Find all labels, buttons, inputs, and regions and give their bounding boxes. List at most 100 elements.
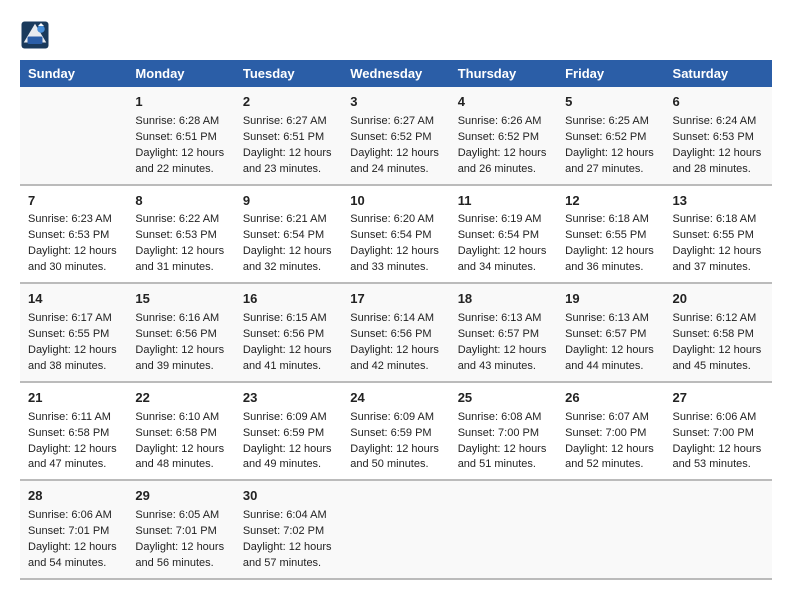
day-info-line: Sunrise: 6:11 AM [28,410,119,426]
day-info-line: Daylight: 12 hours [243,540,334,556]
day-info-line: Daylight: 12 hours [28,343,119,359]
day-info-line: and 45 minutes. [673,359,764,375]
day-number: 22 [135,389,226,408]
day-info-line: Sunrise: 6:19 AM [458,212,549,228]
day-cell: 2Sunrise: 6:27 AMSunset: 6:51 PMDaylight… [235,87,342,185]
day-info-line: and 31 minutes. [135,260,226,276]
day-info-line: Sunrise: 6:04 AM [243,508,334,524]
day-info-line: Sunrise: 6:09 AM [350,410,441,426]
day-number: 17 [350,290,441,309]
day-info-line: Daylight: 12 hours [243,244,334,260]
day-info-line: Sunrise: 6:09 AM [243,410,334,426]
day-info-line: Sunset: 6:55 PM [28,327,119,343]
day-cell: 19Sunrise: 6:13 AMSunset: 6:57 PMDayligh… [557,283,664,382]
day-number: 25 [458,389,549,408]
col-header-wednesday: Wednesday [342,60,449,87]
col-header-saturday: Saturday [665,60,772,87]
day-info-line: and 23 minutes. [243,162,334,178]
day-info-line: Sunset: 6:59 PM [350,426,441,442]
day-number: 26 [565,389,656,408]
day-info-line: Sunrise: 6:08 AM [458,410,549,426]
day-number: 28 [28,487,119,506]
day-info-line: and 33 minutes. [350,260,441,276]
day-info-line: Sunrise: 6:10 AM [135,410,226,426]
day-cell: 10Sunrise: 6:20 AMSunset: 6:54 PMDayligh… [342,185,449,284]
day-info-line: and 36 minutes. [565,260,656,276]
day-info-line: Daylight: 12 hours [565,146,656,162]
day-info-line: Daylight: 12 hours [673,343,764,359]
day-number: 27 [673,389,764,408]
day-info-line: Daylight: 12 hours [135,540,226,556]
day-info-line: and 41 minutes. [243,359,334,375]
day-info-line: Sunrise: 6:14 AM [350,311,441,327]
day-info-line: Sunset: 6:52 PM [565,130,656,146]
day-info-line: Sunset: 6:53 PM [673,130,764,146]
day-info-line: and 26 minutes. [458,162,549,178]
day-number: 4 [458,93,549,112]
day-info-line: Sunset: 6:51 PM [243,130,334,146]
day-info-line: and 28 minutes. [673,162,764,178]
day-cell [20,87,127,185]
day-cell: 1Sunrise: 6:28 AMSunset: 6:51 PMDaylight… [127,87,234,185]
day-info-line: Daylight: 12 hours [243,442,334,458]
week-row-5: 28Sunrise: 6:06 AMSunset: 7:01 PMDayligh… [20,480,772,579]
day-info-line: Sunset: 6:58 PM [135,426,226,442]
week-row-2: 7Sunrise: 6:23 AMSunset: 6:53 PMDaylight… [20,185,772,284]
day-info-line: Sunrise: 6:15 AM [243,311,334,327]
day-info-line: and 54 minutes. [28,556,119,572]
day-cell: 28Sunrise: 6:06 AMSunset: 7:01 PMDayligh… [20,480,127,579]
day-info-line: Sunset: 7:00 PM [673,426,764,442]
day-info-line: Sunset: 6:58 PM [28,426,119,442]
day-info-line: Daylight: 12 hours [135,146,226,162]
day-number: 7 [28,192,119,211]
day-number: 16 [243,290,334,309]
day-info-line: Sunrise: 6:16 AM [135,311,226,327]
day-info-line: Sunrise: 6:27 AM [350,114,441,130]
day-info-line: Daylight: 12 hours [350,343,441,359]
day-info-line: Sunrise: 6:13 AM [458,311,549,327]
day-info-line: and 38 minutes. [28,359,119,375]
day-info-line: Sunrise: 6:28 AM [135,114,226,130]
day-cell: 14Sunrise: 6:17 AMSunset: 6:55 PMDayligh… [20,283,127,382]
day-cell: 16Sunrise: 6:15 AMSunset: 6:56 PMDayligh… [235,283,342,382]
day-number: 5 [565,93,656,112]
col-header-tuesday: Tuesday [235,60,342,87]
day-info-line: Sunrise: 6:25 AM [565,114,656,130]
day-number: 29 [135,487,226,506]
logo-icon [20,20,50,50]
day-info-line: and 47 minutes. [28,457,119,473]
day-info-line: Sunrise: 6:24 AM [673,114,764,130]
day-info-line: Sunset: 6:51 PM [135,130,226,146]
day-info-line: and 56 minutes. [135,556,226,572]
day-info-line: and 51 minutes. [458,457,549,473]
day-info-line: and 53 minutes. [673,457,764,473]
day-info-line: and 49 minutes. [243,457,334,473]
day-cell [450,480,557,579]
day-info-line: Sunrise: 6:23 AM [28,212,119,228]
day-info-line: Daylight: 12 hours [673,146,764,162]
day-info-line: Daylight: 12 hours [350,442,441,458]
day-info-line: Sunset: 6:56 PM [243,327,334,343]
day-number: 20 [673,290,764,309]
day-info-line: Daylight: 12 hours [565,244,656,260]
day-cell: 5 Sunrise: 6:25 AMSunset: 6:52 PMDaylight… [557,87,664,185]
day-cell: 6Sunrise: 6:24 AMSunset: 6:53 PMDaylight… [665,87,772,185]
day-info-line: Daylight: 12 hours [350,146,441,162]
day-cell: 27Sunrise: 6:06 AMSunset: 7:00 PMDayligh… [665,382,772,481]
day-info-line: Sunrise: 6:07 AM [565,410,656,426]
day-cell [557,480,664,579]
day-info-line: Sunset: 6:59 PM [243,426,334,442]
day-info-line: Daylight: 12 hours [458,244,549,260]
day-number: 9 [243,192,334,211]
day-cell: 9Sunrise: 6:21 AMSunset: 6:54 PMDaylight… [235,185,342,284]
day-info-line: Sunset: 7:02 PM [243,524,334,540]
col-header-friday: Friday [557,60,664,87]
week-row-3: 14Sunrise: 6:17 AMSunset: 6:55 PMDayligh… [20,283,772,382]
day-cell: 24Sunrise: 6:09 AMSunset: 6:59 PMDayligh… [342,382,449,481]
day-cell: 25Sunrise: 6:08 AMSunset: 7:00 PMDayligh… [450,382,557,481]
day-info-line: Daylight: 12 hours [458,442,549,458]
day-number: 10 [350,192,441,211]
day-info-line: and 22 minutes. [135,162,226,178]
day-info-line: Sunset: 6:54 PM [350,228,441,244]
day-info-line: and 43 minutes. [458,359,549,375]
